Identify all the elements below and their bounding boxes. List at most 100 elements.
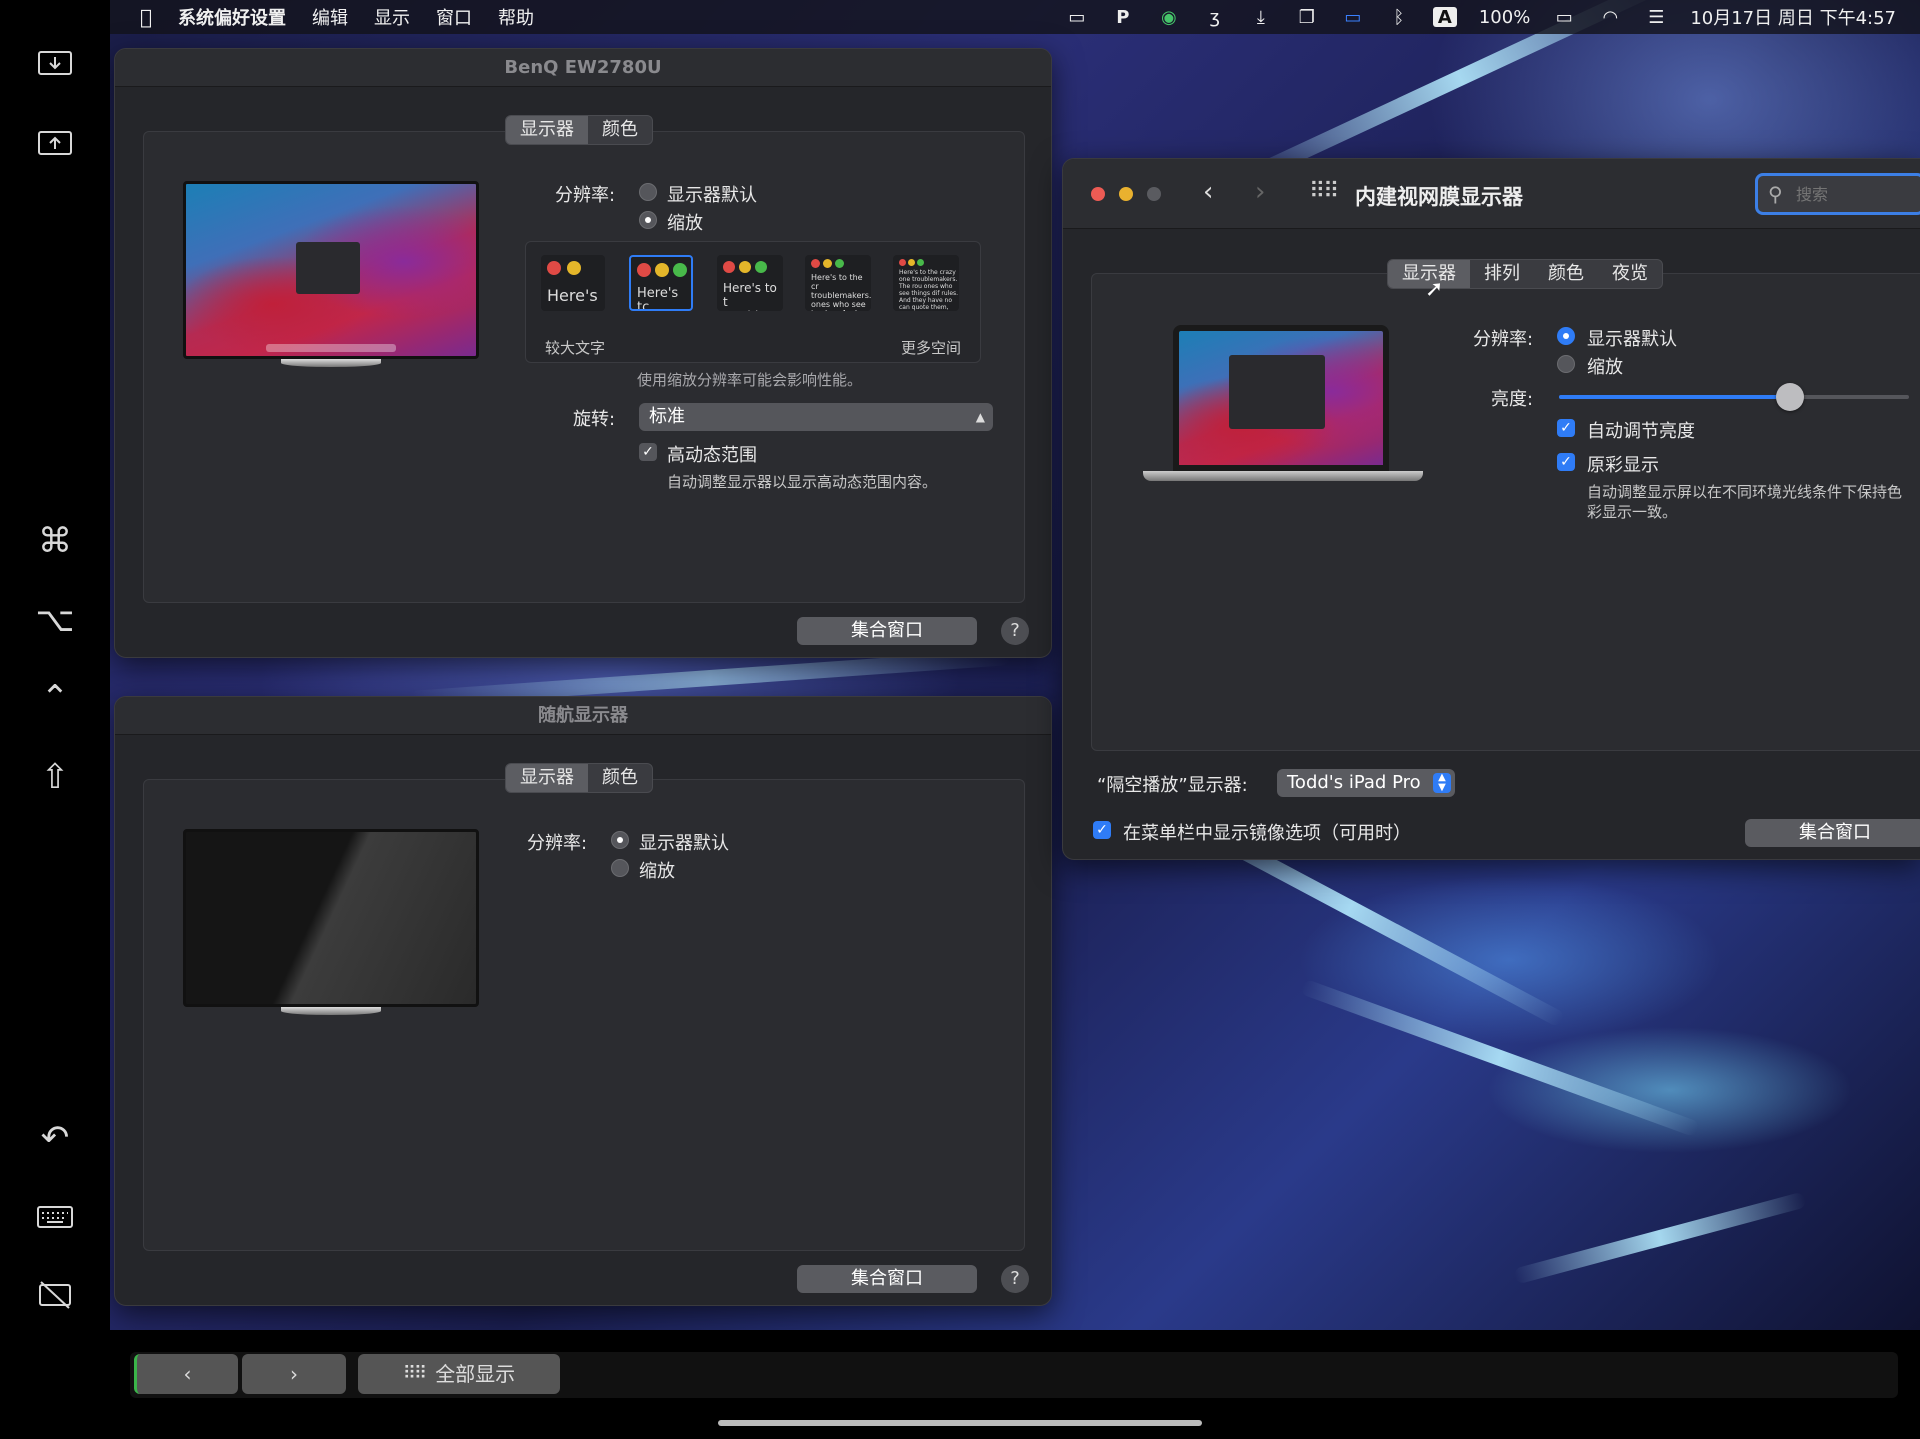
show-all-button[interactable]: ⠿⠿ 全部显示 xyxy=(358,1354,560,1394)
tab-night-shift[interactable]: 夜览 xyxy=(1598,260,1662,288)
sidecar-bottom-bar: ‹ › ⠿⠿ 全部显示 xyxy=(110,1330,1920,1439)
scale-option-2[interactable]: Here's tc troublem xyxy=(629,255,693,311)
apple-menu-icon[interactable]:  xyxy=(140,5,152,29)
menu-view[interactable]: 显示 xyxy=(374,4,410,30)
bluetooth-icon[interactable]: ᛒ xyxy=(1387,7,1411,28)
resolution-scaled-radio[interactable] xyxy=(639,211,657,229)
back-icon[interactable]: ‹ xyxy=(1203,177,1213,207)
battery-icon[interactable]: ▭ xyxy=(1552,7,1576,28)
scale-option-4[interactable]: Here's to the cr troublemakers. ones who… xyxy=(805,255,871,311)
close-button-icon[interactable] xyxy=(1091,187,1105,201)
input-method-icon[interactable]: A xyxy=(1432,7,1457,28)
window-title: 内建视网膜显示器 xyxy=(1355,185,1523,209)
airplay-display-select[interactable]: Todd's iPad Pro ▲ ▼ xyxy=(1277,769,1455,797)
resolution-scaled-label[interactable]: 缩放 xyxy=(1587,353,1623,379)
battery-percent: 100% xyxy=(1478,6,1531,28)
scale-larger-text-label: 较大文字 xyxy=(545,339,606,357)
grid-icon[interactable]: ⠿⠿ xyxy=(1309,179,1339,204)
hdr-checkbox[interactable]: ✓ xyxy=(639,443,657,461)
rotation-select[interactable]: 标准 ▲ xyxy=(639,403,993,431)
menu-help[interactable]: 帮助 xyxy=(498,4,534,30)
gather-windows-button[interactable]: 集合窗口 xyxy=(797,617,977,645)
keyboard-icon[interactable] xyxy=(30,1192,80,1242)
help-button[interactable]: ? xyxy=(1001,617,1029,645)
resolution-label: 分辨率: xyxy=(1473,329,1534,350)
resolution-scaled-radio[interactable] xyxy=(1557,355,1575,373)
tab-display[interactable]: 显示器 xyxy=(506,116,588,144)
menubar-datetime[interactable]: 10月17日 周日 下午4:57 xyxy=(1690,4,1896,30)
true-tone-note-line1: 自动调整显示屏以在不同环境光线条件下保持色 xyxy=(1587,483,1903,501)
menu-window[interactable]: 窗口 xyxy=(436,4,472,30)
toggle-icon[interactable]: ▭ xyxy=(1065,7,1089,28)
resolution-default-radio[interactable] xyxy=(639,183,657,201)
brightness-label: 亮度: xyxy=(1491,389,1534,410)
stepper-icon: ▲ xyxy=(975,410,985,424)
windows-icon[interactable]: ❐ xyxy=(1295,7,1319,28)
mirror-option-checkbox[interactable]: ✓ xyxy=(1093,821,1111,839)
search-field[interactable]: ⚲ xyxy=(1755,173,1920,215)
resolution-default-radio[interactable] xyxy=(1557,327,1575,345)
window-title: BenQ EW2780U xyxy=(115,49,1051,87)
menu-app-name[interactable]: 系统偏好设置 xyxy=(178,4,286,30)
resolution-default-label[interactable]: 显示器默认 xyxy=(639,829,729,855)
minimize-button-icon[interactable] xyxy=(1119,187,1133,201)
menubar:  系统偏好设置 编辑 显示 窗口 帮助 ▭ P ◉ ʒ ⤓ ❐ ▭ ᛒ A 1… xyxy=(110,0,1920,34)
help-button[interactable]: ? xyxy=(1001,1265,1029,1293)
disconnect-icon[interactable] xyxy=(30,1270,80,1320)
globe-icon[interactable]: ◉ xyxy=(1157,7,1181,28)
brightness-knob[interactable] xyxy=(1776,383,1804,411)
shift-key-icon[interactable]: ⇧ xyxy=(30,752,80,802)
true-tone-label[interactable]: 原彩显示 xyxy=(1587,451,1659,477)
undo-icon[interactable]: ↶ xyxy=(30,1113,80,1163)
auto-brightness-label[interactable]: 自动调节亮度 xyxy=(1587,417,1695,443)
airplay-display-label: “隔空播放”显示器: xyxy=(1097,775,1248,796)
tab-color[interactable]: 颜色 xyxy=(588,764,652,792)
brightness-fill xyxy=(1559,395,1790,399)
tab-color[interactable]: 颜色 xyxy=(588,116,652,144)
grid-icon: ⠿⠿ xyxy=(402,1363,427,1384)
true-tone-checkbox[interactable]: ✓ xyxy=(1557,453,1575,471)
resolution-scaled-radio[interactable] xyxy=(611,859,629,877)
scale-option-5[interactable]: Here's to the crazy one troublemakers. T… xyxy=(893,255,959,311)
display-icon[interactable]: ▭ xyxy=(1341,7,1365,28)
resolution-default-radio[interactable] xyxy=(611,831,629,849)
resolution-default-label[interactable]: 显示器默认 xyxy=(1587,325,1677,351)
tab-arrangement[interactable]: 排列 xyxy=(1470,260,1534,288)
sidecar-display-window: 随航显示器 显示器 颜色 分辨率: 显示器默认 缩放 集合窗口 ? xyxy=(114,696,1052,1306)
brightness-slider[interactable] xyxy=(1559,383,1909,411)
gather-windows-button[interactable]: 集合窗口 xyxy=(797,1265,977,1293)
resolution-scaled-label[interactable]: 缩放 xyxy=(639,857,675,883)
z-app-icon[interactable]: ʒ xyxy=(1203,7,1227,28)
forward-button[interactable]: › xyxy=(242,1354,346,1394)
mirror-option-label[interactable]: 在菜单栏中显示镜像选项（可用时） xyxy=(1123,819,1411,845)
gather-windows-button[interactable]: 集合窗口 xyxy=(1745,819,1920,847)
option-key-icon[interactable]: ⌥ xyxy=(30,595,80,645)
tab-display[interactable]: 显示器 xyxy=(506,764,588,792)
scale-option-1[interactable]: Here's xyxy=(541,255,605,311)
show-dock-icon[interactable] xyxy=(30,118,80,168)
search-input[interactable] xyxy=(1796,180,1916,208)
hdr-label[interactable]: 高动态范围 xyxy=(667,441,757,467)
window-title: 随航显示器 xyxy=(115,697,1051,735)
download-icon[interactable]: ⤓ xyxy=(1249,7,1273,28)
scale-option-3[interactable]: Here's to t troublema ones who xyxy=(717,255,783,311)
monitor-preview xyxy=(183,829,479,1007)
command-key-icon[interactable]: ⌘ xyxy=(30,516,80,566)
auto-brightness-checkbox[interactable]: ✓ xyxy=(1557,419,1575,437)
resolution-label: 分辨率: xyxy=(555,185,616,206)
resolution-default-label[interactable]: 显示器默认 xyxy=(667,181,757,207)
tab-bar: 显示器 颜色 xyxy=(505,115,653,145)
control-center-icon[interactable]: ☰ xyxy=(1644,7,1668,28)
home-indicator[interactable] xyxy=(718,1420,1202,1426)
menu-edit[interactable]: 编辑 xyxy=(312,4,348,30)
back-button[interactable]: ‹ xyxy=(134,1354,238,1394)
resolution-scaled-label[interactable]: 缩放 xyxy=(667,209,703,235)
zoom-button-icon[interactable] xyxy=(1147,187,1161,201)
sidecar-sidebar: ⌘ ⌥ ⌃ ⇧ ↶ xyxy=(0,0,110,1439)
tab-color[interactable]: 颜色 xyxy=(1534,260,1598,288)
wifi-icon[interactable]: ◠ xyxy=(1598,7,1622,28)
forward-icon[interactable]: › xyxy=(1255,177,1265,207)
p-app-icon[interactable]: P xyxy=(1111,7,1135,28)
show-menubar-icon[interactable] xyxy=(30,38,80,88)
control-key-icon[interactable]: ⌃ xyxy=(30,673,80,723)
